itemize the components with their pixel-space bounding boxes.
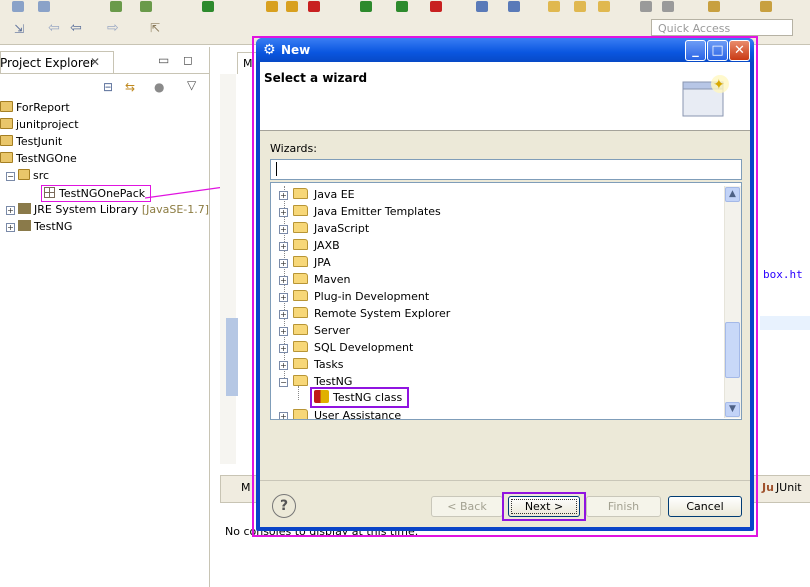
run-icon[interactable]: [396, 1, 408, 12]
close-icon[interactable]: ✕: [90, 55, 100, 69]
quick-access-input[interactable]: Quick Access: [651, 19, 793, 36]
perspective-java-icon[interactable]: [708, 1, 720, 12]
save-all-icon[interactable]: [38, 1, 50, 12]
expand-toggle-icon[interactable]: +: [6, 223, 15, 232]
resume-icon[interactable]: [266, 1, 278, 12]
collapse-all-icon[interactable]: ⊟: [103, 80, 113, 94]
main-toolbar: [0, 0, 810, 16]
tree-item-src[interactable]: − src: [6, 168, 49, 184]
project-folder-icon: [0, 118, 13, 129]
view-menu-icon[interactable]: ▽: [187, 78, 196, 92]
forward-nav-icon[interactable]: ⇨: [107, 20, 119, 36]
terminate-icon[interactable]: [308, 1, 320, 12]
console-tab-label[interactable]: M: [241, 481, 251, 494]
sash-divider[interactable]: [209, 47, 210, 587]
library-icon: [18, 203, 31, 214]
external-tools-icon[interactable]: [430, 1, 442, 12]
expand-toggle-icon[interactable]: +: [6, 206, 15, 215]
source-folder-icon: [18, 169, 30, 180]
perspective-debug-icon[interactable]: [760, 1, 772, 12]
library-icon: [18, 220, 31, 231]
collapse-toggle-icon[interactable]: −: [6, 172, 15, 181]
minimize-icon[interactable]: ▭: [158, 53, 169, 67]
project-explorer-title: Project Explorer: [0, 56, 95, 70]
back-nav-icon[interactable]: ⇦: [48, 20, 60, 36]
editor-current-line: [760, 316, 810, 330]
annotation-next-icon[interactable]: [640, 1, 652, 12]
editor-code-fragment: box.ht: [763, 268, 803, 281]
last-edit-icon[interactable]: ⇲: [14, 22, 24, 36]
tree-item-junitproject[interactable]: junitproject: [0, 117, 79, 133]
open-type-icon[interactable]: [548, 1, 560, 12]
junit-icon: Ju: [762, 481, 774, 494]
pin-editor-icon[interactable]: ⇱: [150, 21, 160, 35]
editor-selection-bar: [226, 318, 238, 396]
filters-icon[interactable]: ●: [154, 80, 164, 94]
debug-icon[interactable]: [360, 1, 372, 12]
skip-breakpoints-icon[interactable]: [202, 1, 214, 12]
new-class-icon[interactable]: [140, 1, 152, 12]
view-divider: [0, 73, 210, 74]
editor-ruler: [220, 74, 236, 464]
suspend-icon[interactable]: [286, 1, 298, 12]
tree-item-testng-library[interactable]: + TestNG: [6, 219, 72, 235]
web-browser-icon[interactable]: [476, 1, 488, 12]
link-with-editor-icon[interactable]: ⇆: [125, 80, 135, 94]
tree-item-testngonepack[interactable]: TestNGOnePack: [41, 185, 152, 202]
project-folder-icon: [0, 152, 13, 163]
annotation-prev-icon[interactable]: [662, 1, 674, 12]
search-icon[interactable]: [598, 1, 610, 12]
maximize-icon[interactable]: ◻: [183, 53, 193, 67]
back-history-icon[interactable]: ⇦: [70, 20, 82, 36]
package-icon: [44, 187, 55, 198]
new-package-icon[interactable]: [110, 1, 122, 12]
save-icon[interactable]: [12, 1, 24, 12]
project-folder-icon: [0, 135, 13, 146]
server-icon[interactable]: [508, 1, 520, 12]
tree-item-testngone[interactable]: TestNGOne: [0, 151, 77, 167]
tree-item-testjunit[interactable]: TestJunit: [0, 134, 62, 150]
tree-item-jre-library[interactable]: + JRE System Library [JavaSE-1.7]: [6, 202, 209, 218]
open-task-icon[interactable]: [574, 1, 586, 12]
project-folder-icon: [0, 101, 13, 112]
junit-tab[interactable]: Ju JUnit: [762, 481, 802, 494]
dialog-highlight: [252, 36, 758, 537]
tree-item-forreport[interactable]: ForReport: [0, 100, 70, 116]
